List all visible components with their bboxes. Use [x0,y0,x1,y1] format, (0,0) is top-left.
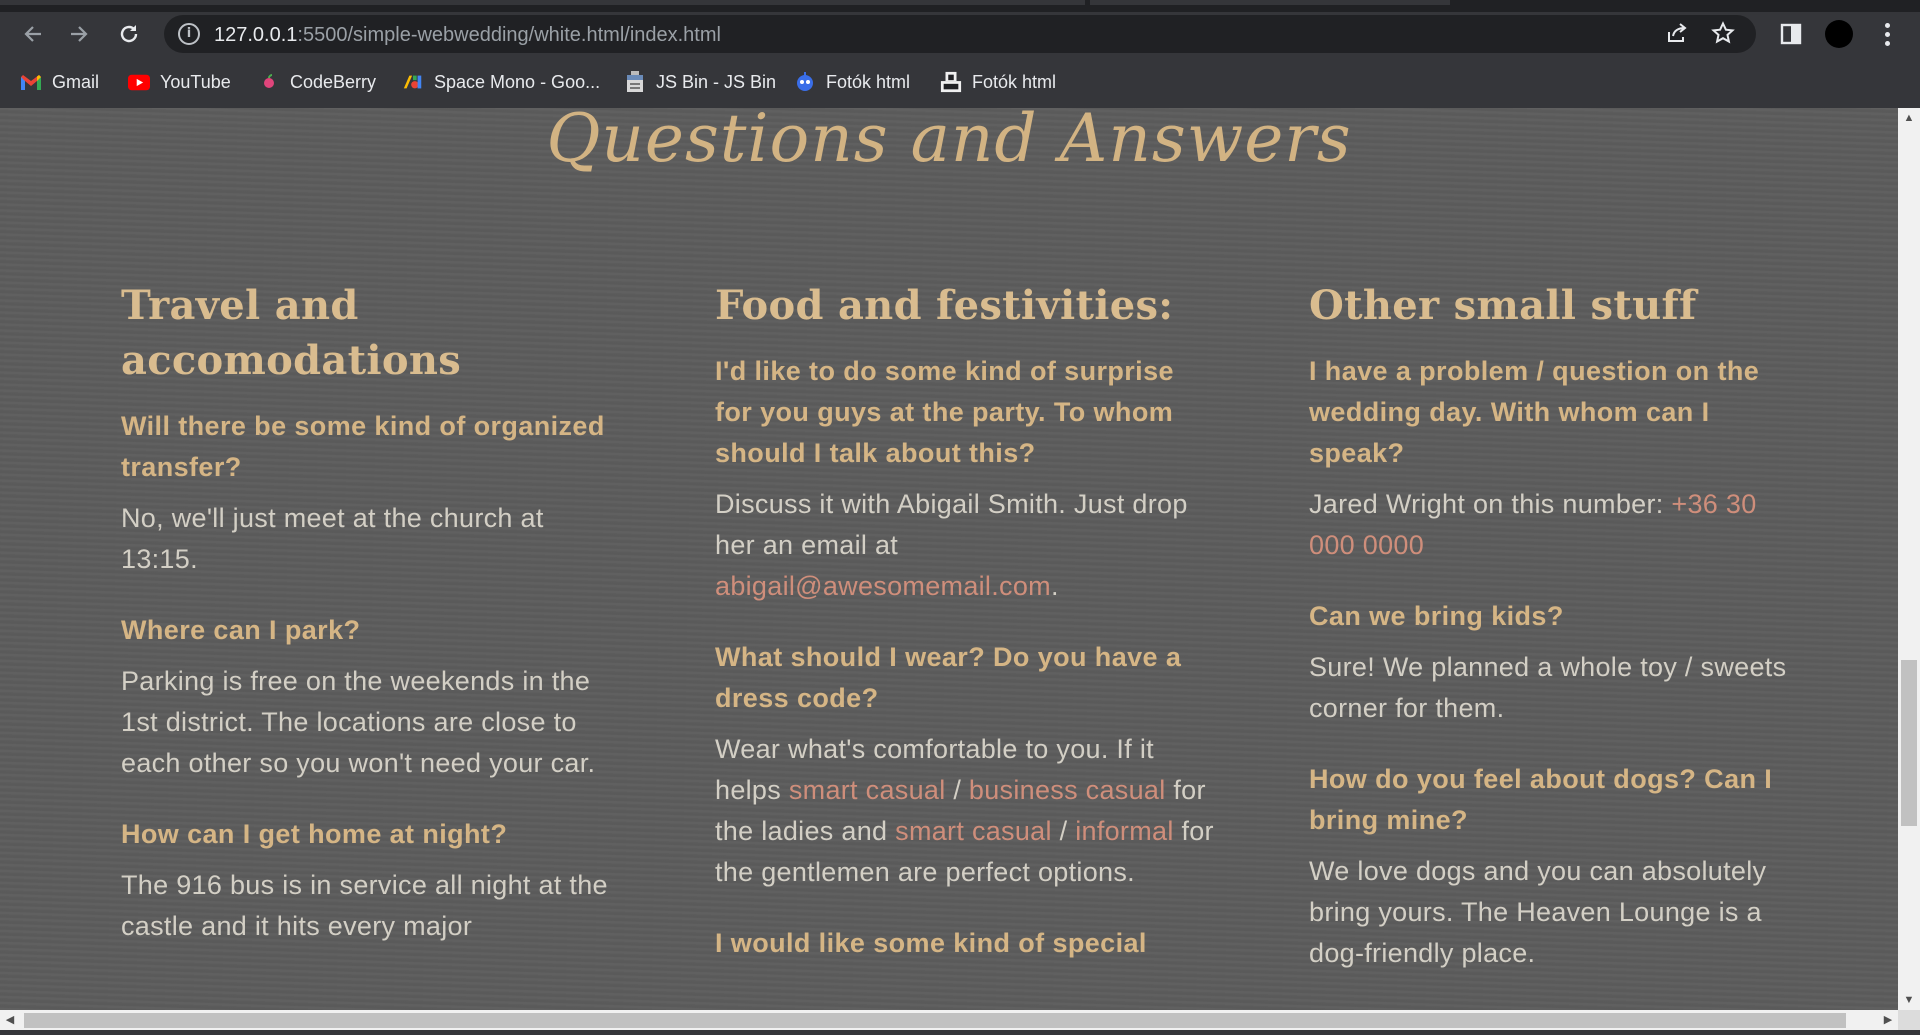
bookmark-label: YouTube [160,71,231,92]
dress-code-link[interactable]: smart casual [895,816,1052,846]
bookmark-fotok-1[interactable]: Fotók html [794,69,910,95]
email-link[interactable]: abigail@awesomemail.com [715,571,1051,601]
star-icon[interactable] [1710,21,1736,47]
forward-button[interactable] [62,17,96,51]
reload-button[interactable] [112,17,146,51]
bookmark-label: CodeBerry [290,71,377,92]
bookmark-label: JS Bin - JS Bin [656,71,777,92]
bookmark-label: Fotók html [826,71,911,92]
bookmark-jsbin[interactable]: JS Bin - JS Bin [624,69,776,95]
dress-code-link[interactable]: smart casual [789,775,946,805]
column-heading: Food and festivities: [715,282,1174,329]
horizontal-scroll-thumb[interactable] [24,1013,1846,1028]
horizontal-scrollbar[interactable]: ◀ ▶ [0,1010,1898,1030]
page-icon [940,71,962,93]
bookmark-gmail[interactable]: Gmail [20,69,99,95]
faq-answer: The 916 bus is in service all night at t… [121,870,608,941]
back-button[interactable] [16,17,50,51]
faq-question: How do you feel about dogs? Can I bring … [1309,764,1773,835]
address-bar[interactable]: i 127.0.0.1:5500/simple-webwedding/white… [164,15,1756,53]
faq-answer: Wear what's comfortable to you. If it he… [715,729,1215,893]
bookmark-label: Space Mono - Goo... [434,71,601,92]
faq-question: Where can I park? [121,615,361,645]
reload-icon [120,25,138,43]
tab-strip [0,0,1920,12]
profile-button[interactable] [1822,17,1856,51]
faq-question: I would like some kind of special [715,928,1147,958]
bookmark-space-mono[interactable]: Space Mono - Goo... [402,69,600,95]
page-title: Questions and Answers [546,108,1352,177]
dress-code-link[interactable]: informal [1075,816,1173,846]
codeberry-icon [258,72,280,92]
faq-answer: Sure! We planned a whole toy / sweets co… [1309,652,1787,723]
column-heading: Travel and accomodations [121,282,462,384]
back-arrow-icon [24,26,41,42]
forward-arrow-icon [71,26,88,42]
faq-column-travel: Travel and accomodations Will there be s… [121,278,621,977]
dress-code-link[interactable]: business casual [969,775,1166,805]
google-fonts-icon [402,72,424,92]
scrollbar-corner [1898,1010,1920,1030]
faq-question: How can I get home at night? [121,819,508,849]
gmail-icon [20,72,42,92]
page-viewport: Questions and Answers Travel and accomod… [0,108,1898,1010]
scroll-down-arrow-icon[interactable]: ▼ [1898,990,1920,1010]
youtube-icon [128,72,150,92]
window-bottom-edge [0,1030,1920,1035]
tab-edge[interactable] [1090,0,1450,5]
bookmark-youtube[interactable]: YouTube [128,69,231,95]
column-heading: Other small stuff [1309,282,1697,329]
faq-answer: We love dogs and you can absolutely brin… [1309,856,1767,968]
faq-column-other: Other small stuff I have a problem / que… [1309,278,1809,1004]
robot-icon [794,72,816,92]
bookmark-label: Gmail [52,71,100,92]
faq-question: I have a problem / question on the weddi… [1309,356,1760,468]
kebab-menu-icon [1884,22,1890,46]
avatar [1825,20,1853,48]
bookmark-label: Fotók html [972,71,1057,92]
answer-text: / [1051,816,1076,846]
faq-answer: No, we'll just meet at the church at 13:… [121,503,544,574]
answer-text: / [945,775,969,805]
faq-question: I'd like to do some kind of surprise for… [715,356,1174,468]
bookmarks-bar: Gmail YouTube CodeBerry Space Mono - Goo… [0,56,1920,108]
faq-answer: Parking is free on the weekends in the 1… [121,666,596,778]
vertical-scroll-thumb[interactable] [1901,660,1917,826]
bookmark-codeberry[interactable]: CodeBerry [258,69,376,95]
scroll-left-arrow-icon[interactable]: ◀ [0,1010,20,1030]
answer-text: . [1050,571,1059,601]
active-tab-edge[interactable] [0,0,1085,5]
answer-text: Jared Wright on this number: [1309,489,1672,519]
url-host: 127.0.0.1 [214,24,298,46]
bookmark-fotok-2[interactable]: Fotók html [940,69,1056,95]
scroll-up-arrow-icon[interactable]: ▲ [1898,108,1920,128]
side-panel-button[interactable] [1774,17,1808,51]
faq-answer: Jared Wright on this number: +36 30 000 … [1309,484,1809,566]
vertical-scrollbar[interactable]: ▲ ▼ [1898,108,1920,1010]
faq-answer: Discuss it with Abigail Smith. Just drop… [715,484,1215,607]
faq-question: Can we bring kids? [1309,601,1564,631]
faq-question: What should I wear? Do you have a dress … [715,642,1182,713]
side-panel-icon [1780,23,1802,45]
url-path: :5500/simple-webwedding/white.html/index… [297,24,721,46]
jsbin-icon [624,71,646,92]
url-text[interactable]: 127.0.0.1:5500/simple-webwedding/white.h… [214,24,721,47]
faq-column-food: Food and festivities: I'd like to do som… [715,278,1215,974]
answer-text: Discuss it with Abigail Smith. Just drop… [715,489,1188,560]
faq-question: Will there be some kind of organized tra… [121,411,605,482]
browser-toolbar: i 127.0.0.1:5500/simple-webwedding/white… [0,12,1920,56]
share-icon[interactable] [1664,21,1690,47]
menu-button[interactable] [1870,17,1904,51]
info-icon[interactable]: i [178,23,200,45]
scroll-right-arrow-icon[interactable]: ▶ [1878,1010,1898,1030]
